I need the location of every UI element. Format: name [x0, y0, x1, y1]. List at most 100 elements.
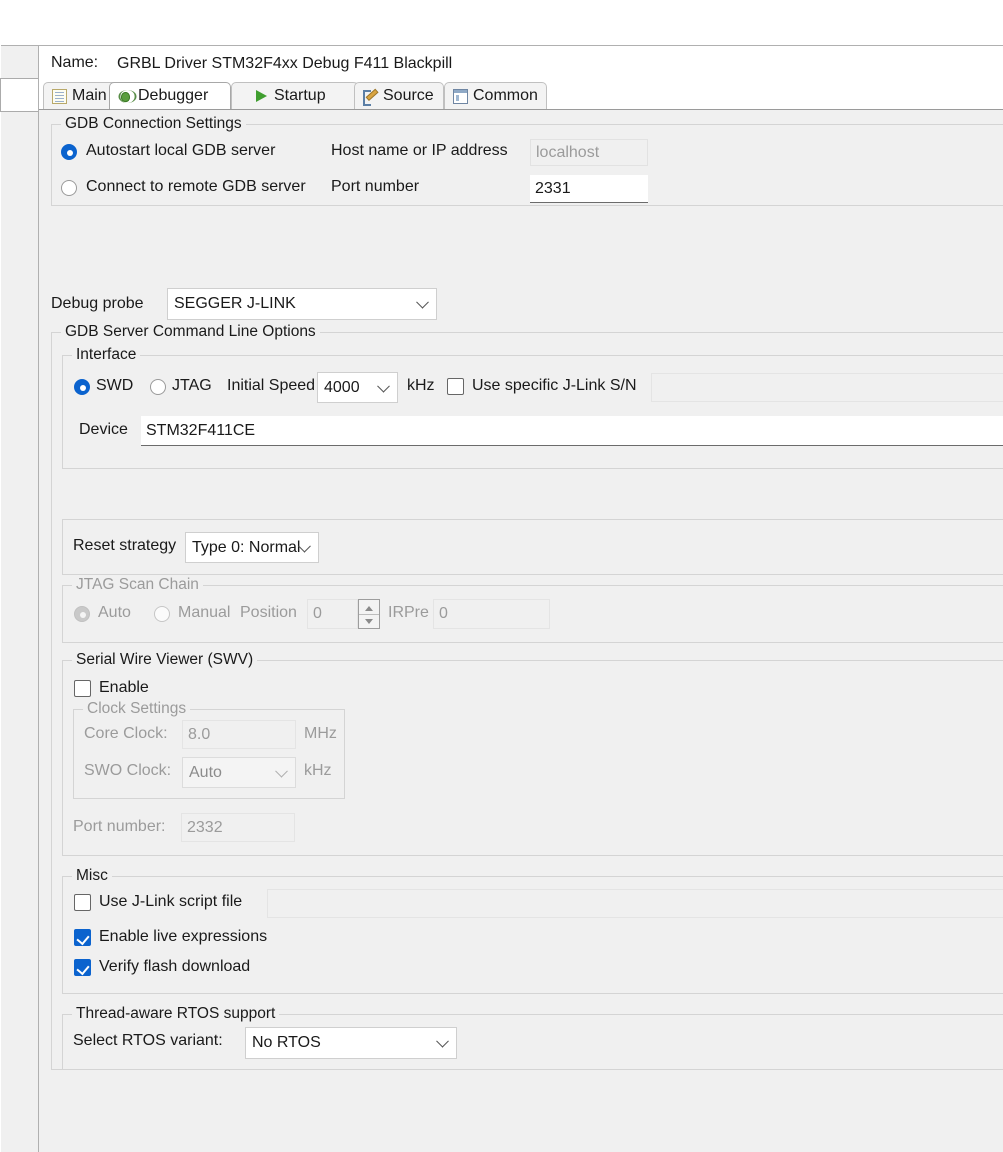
rtos-variant-combo[interactable]: No RTOS: [245, 1027, 457, 1059]
tab-debugger[interactable]: Debugger: [109, 82, 231, 109]
swo-clock-label: SWO Clock:: [84, 762, 172, 779]
interface-legend: Interface: [72, 346, 141, 364]
play-icon: [254, 89, 269, 104]
rtos-support-legend: Thread-aware RTOS support: [72, 1005, 280, 1023]
khz-label-swo: kHz: [304, 762, 332, 779]
gdb-server-options-legend: GDB Server Command Line Options: [61, 323, 320, 341]
tab-common-label: Common: [473, 87, 538, 104]
debug-config-main-panel: Name: Main Debugger Startup Source: [38, 45, 1003, 1152]
tab-startup[interactable]: Startup: [231, 82, 364, 109]
reset-strategy-label: Reset strategy: [73, 537, 177, 554]
clock-settings-legend: Clock Settings: [83, 700, 191, 718]
checkbox-enable-live-expressions[interactable]: [74, 929, 91, 946]
swv-port-number-label: Port number:: [73, 818, 166, 835]
tab-debugger-label: Debugger: [138, 87, 209, 104]
jtag-label: JTAG: [172, 377, 212, 394]
chevron-down-icon: [416, 295, 429, 309]
document-icon: [52, 88, 67, 104]
position-spinner[interactable]: [358, 599, 380, 629]
tab-common[interactable]: Common: [444, 82, 547, 109]
clock-settings-group: Clock Settings Core Clock: MHz SWO Clock…: [73, 700, 345, 799]
tab-source-label: Source: [383, 87, 434, 104]
verify-flash-download-label: Verify flash download: [99, 958, 251, 975]
mhz-label: MHz: [304, 725, 337, 742]
swo-clock-combo[interactable]: Auto: [182, 757, 296, 788]
jlink-sn-input[interactable]: [651, 373, 1003, 402]
radio-connect-remote-gdb-server[interactable]: [61, 180, 77, 196]
gdb-connection-settings-group: GDB Connection Settings Autostart local …: [51, 115, 1003, 206]
select-rtos-variant-label: Select RTOS variant:: [73, 1032, 223, 1049]
reset-strategy-row: Reset strategy Type 0: Normal: [62, 519, 1003, 575]
radio-autostart-local-gdb-server[interactable]: [61, 144, 77, 160]
tab-source[interactable]: Source: [354, 82, 444, 109]
checkbox-use-specific-jlink-sn[interactable]: [447, 378, 464, 395]
device-label: Device: [79, 421, 128, 438]
interface-group: Interface SWD JTAG Initial Speed 4000 kH…: [62, 346, 1003, 469]
initial-speed-value: 4000: [324, 378, 360, 396]
host-name-label: Host name or IP address: [331, 142, 508, 159]
window-icon: [453, 88, 468, 104]
radio-scan-manual[interactable]: [154, 606, 170, 622]
position-label: Position: [240, 604, 297, 621]
chevron-down-icon: [377, 379, 390, 393]
autostart-local-gdb-server-label: Autostart local GDB server: [86, 142, 276, 159]
spinner-down-icon[interactable]: [359, 614, 379, 628]
reset-strategy-value: Type 0: Normal: [192, 538, 301, 556]
reset-strategy-combo[interactable]: Type 0: Normal: [185, 532, 319, 563]
swo-clock-value: Auto: [189, 763, 222, 781]
enable-live-expressions-label: Enable live expressions: [99, 928, 268, 945]
checkbox-use-jlink-script-file[interactable]: [74, 894, 91, 911]
spinner-up-icon[interactable]: [359, 600, 379, 614]
position-input[interactable]: [307, 599, 358, 629]
tab-startup-label: Startup: [274, 87, 326, 104]
khz-label-interface: kHz: [407, 377, 435, 394]
jtag-scan-chain-group: JTAG Scan Chain Auto Manual Position IRP…: [62, 576, 1003, 643]
jtag-scan-chain-legend: JTAG Scan Chain: [72, 576, 203, 594]
name-row: Name:: [39, 46, 1003, 82]
radio-jtag[interactable]: [150, 379, 166, 395]
gdb-connection-settings-legend: GDB Connection Settings: [61, 115, 246, 133]
serial-wire-viewer-group: Serial Wire Viewer (SWV) Enable Clock Se…: [62, 651, 1003, 856]
window-top-blank: [0, 0, 1003, 44]
gdb-server-command-line-options-group: GDB Server Command Line Options Interfac…: [51, 323, 1003, 1070]
irpre-label: IRPre: [388, 604, 429, 621]
host-name-input[interactable]: [530, 139, 648, 166]
configuration-name-input[interactable]: [111, 50, 1003, 77]
tab-main-label: Main: [72, 87, 107, 104]
radio-swd[interactable]: [74, 379, 90, 395]
misc-group: Misc Use J-Link script file Enable live …: [62, 867, 1003, 994]
checkbox-swv-enable[interactable]: [74, 680, 91, 697]
bug-icon: [118, 89, 133, 104]
swv-enable-label: Enable: [99, 679, 149, 696]
initial-speed-combo[interactable]: 4000: [317, 372, 398, 403]
swv-port-number-input[interactable]: [181, 813, 295, 842]
source-pencil-icon: [363, 89, 378, 106]
jlink-script-file-input[interactable]: [267, 889, 1003, 918]
name-label: Name:: [51, 54, 99, 71]
misc-legend: Misc: [72, 867, 112, 885]
rtos-support-group: Thread-aware RTOS support Select RTOS va…: [62, 1005, 1003, 1070]
debug-configurations-window: Name: Main Debugger Startup Source: [0, 0, 1003, 1152]
rtos-variant-value: No RTOS: [252, 1034, 321, 1051]
swv-legend: Serial Wire Viewer (SWV): [72, 651, 258, 669]
scan-manual-label: Manual: [178, 604, 231, 621]
connect-remote-gdb-server-label: Connect to remote GDB server: [86, 178, 306, 195]
radio-scan-auto[interactable]: [74, 606, 90, 622]
initial-speed-label: Initial Speed: [227, 377, 316, 394]
gdb-port-number-input[interactable]: [530, 175, 648, 203]
core-clock-input[interactable]: [182, 720, 296, 749]
device-input[interactable]: [141, 416, 1003, 446]
debug-probe-combo[interactable]: SEGGER J-LINK: [167, 288, 437, 320]
use-jlink-script-file-label: Use J-Link script file: [99, 893, 243, 910]
core-clock-label: Core Clock:: [84, 725, 168, 742]
checkbox-verify-flash-download[interactable]: [74, 959, 91, 976]
debug-probe-value: SEGGER J-LINK: [174, 295, 296, 312]
tab-bar: Main Debugger Startup Source Common: [39, 82, 1003, 109]
irpre-input[interactable]: [433, 599, 550, 629]
swd-label: SWD: [96, 377, 134, 394]
chevron-down-icon: [275, 764, 288, 778]
use-specific-jlink-sn-label: Use specific J-Link S/N: [472, 377, 637, 394]
chevron-down-icon: [436, 1034, 449, 1048]
port-number-label: Port number: [331, 178, 420, 195]
debug-probe-label: Debug probe: [51, 295, 144, 312]
